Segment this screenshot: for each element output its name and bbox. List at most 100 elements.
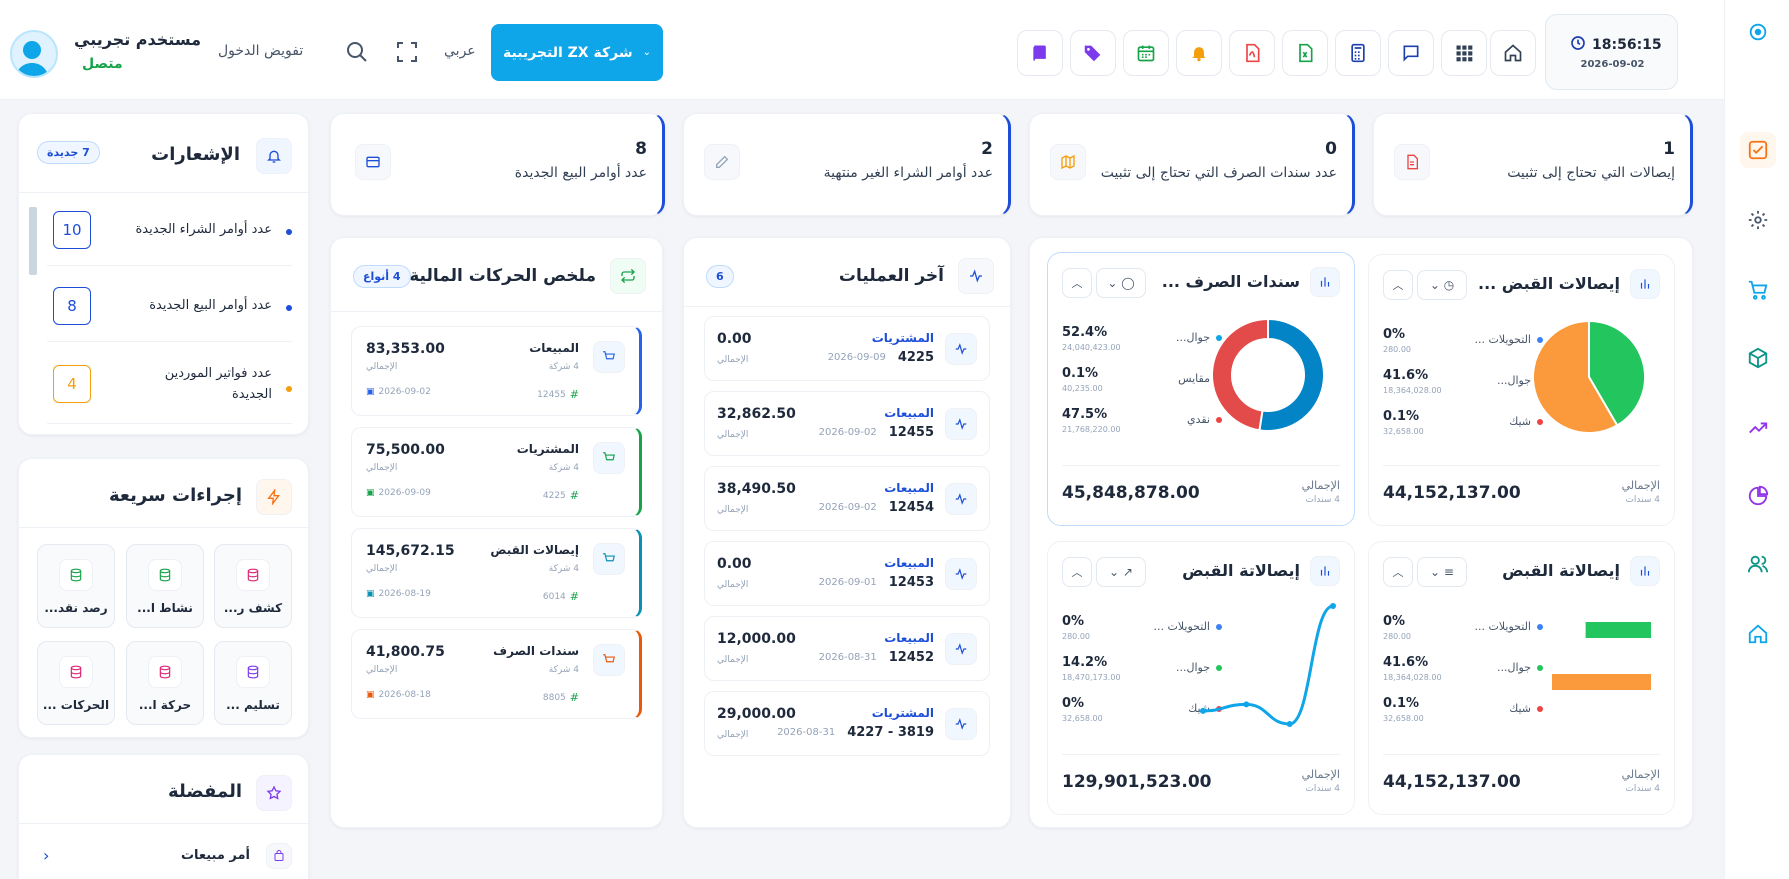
pie-slice[interactable]: [1211, 317, 1269, 432]
operation-row[interactable]: المبيعات 2026-09-02 12454 38,490.50 الإج…: [704, 466, 990, 531]
user-avatar[interactable]: [10, 30, 58, 78]
collapse-button[interactable]: ︿: [1062, 268, 1092, 298]
pie-chart-icon[interactable]: [1740, 478, 1776, 514]
operation-row[interactable]: المبيعات 2026-09-02 12455 32,862.50 الإج…: [704, 391, 990, 456]
file-icon: [1394, 144, 1430, 180]
line-point[interactable]: [1243, 701, 1250, 708]
quick-action[interactable]: نشاط ا...: [126, 544, 204, 628]
chart-type-dropdown[interactable]: ◯ ⌄: [1096, 268, 1146, 298]
chevron-left-icon[interactable]: ‹: [43, 846, 49, 865]
box-icon[interactable]: [1740, 340, 1776, 376]
stat-card-purchase-orders[interactable]: 2 عدد أوامر الشراء الغير منتهية: [683, 113, 1011, 216]
line-point[interactable]: [1286, 721, 1293, 727]
financial-row[interactable]: المبيعات 4 شركة #12455 83,353.00 الإجمال…: [351, 326, 642, 416]
quick-action[interactable]: الحركات ...: [37, 641, 115, 725]
quick-action[interactable]: كشف ر...: [214, 544, 292, 628]
financial-row[interactable]: سندات الصرف 4 شركة #8805 41,800.75 الإجم…: [351, 629, 642, 719]
quick-action-label: الحركات ...: [42, 698, 110, 712]
activity-icon: [945, 558, 977, 590]
widget-title: سندات الصرف ...: [1161, 272, 1300, 291]
calculator-icon[interactable]: [1335, 30, 1381, 76]
widget-title: إيصالاتة القبض: [1182, 561, 1300, 580]
financial-row[interactable]: المشتريات 4 شركة #4225 75,500.00 الإجمال…: [351, 427, 642, 517]
bar-chart-icon: [1310, 267, 1340, 297]
language-selector[interactable]: عربي: [444, 43, 476, 59]
operation-row[interactable]: المبيعات 2026-09-01 12453 0.00 الإجمالي: [704, 541, 990, 606]
row-ref: 8805: [542, 692, 566, 703]
collapse-button[interactable]: ︿: [1062, 557, 1092, 587]
op-total-label: الإجمالي: [717, 655, 749, 665]
op-total-label: الإجمالي: [717, 430, 749, 440]
calendar-icon: ▣: [366, 589, 375, 599]
notification-count: 8: [53, 287, 91, 325]
stat-card-vouchers-pending[interactable]: 0 عدد سندات الصرف التي تحتاج إلى تثبيت: [1029, 113, 1355, 216]
stat-card-receipts-pending[interactable]: 1 إيصالات التي تحتاج إلى تثبيت: [1373, 113, 1693, 216]
list-item[interactable]: عدد أوامر البيع الجديدة 8: [47, 282, 292, 342]
chat-icon[interactable]: [1388, 30, 1434, 76]
list-item[interactable]: عدد فواتير الموردين الجديدة 4: [47, 358, 292, 424]
bell-icon[interactable]: [1176, 30, 1222, 76]
types-badge: 4 أنواع: [353, 265, 411, 288]
search-icon[interactable]: [345, 40, 369, 68]
bar[interactable]: [1585, 622, 1651, 638]
line-point[interactable]: [1330, 603, 1336, 609]
book-icon[interactable]: [1017, 30, 1063, 76]
calendar-icon[interactable]: [1123, 30, 1169, 76]
operation-row[interactable]: المشتريات 2026-08-31 4227 - 3819 29,000.…: [704, 691, 990, 756]
pdf-icon[interactable]: [1229, 30, 1275, 76]
fullscreen-icon[interactable]: [395, 40, 419, 68]
bar[interactable]: [1552, 674, 1651, 690]
notification-count: 10: [53, 211, 91, 249]
collapse-button[interactable]: ︿: [1383, 557, 1413, 587]
tags-icon[interactable]: [1070, 30, 1116, 76]
op-date: 2026-09-01: [818, 577, 877, 588]
tasks-icon[interactable]: [1740, 132, 1776, 168]
count-badge: 6: [706, 265, 734, 288]
scrollbar[interactable]: [29, 207, 37, 275]
legend-amount: 21,768,220.00: [1062, 425, 1121, 434]
chevron-up-icon: ︿: [1392, 279, 1404, 292]
trend-icon[interactable]: [1740, 410, 1776, 446]
op-ref: 4227 - 3819: [847, 725, 934, 740]
company-selector[interactable]: ⌄ شركة ZX التجريبية: [491, 24, 663, 81]
legend-amount: 32,658.00: [1383, 427, 1424, 436]
type-icon: [593, 341, 625, 373]
home-icon[interactable]: [1490, 30, 1536, 76]
bell-icon[interactable]: [256, 138, 292, 174]
collapse-button[interactable]: ︿: [1383, 270, 1413, 300]
chart-type-dropdown[interactable]: ≡ ⌄: [1417, 557, 1467, 587]
excel-icon[interactable]: [1282, 30, 1328, 76]
pie-slice[interactable]: [1258, 317, 1325, 432]
legend-amount: 280.00: [1383, 345, 1411, 354]
legend-pct: 0.1%: [1383, 409, 1420, 424]
operation-row[interactable]: المشتريات 2026-09-09 4225 0.00 الإجمالي: [704, 316, 990, 381]
delegate-login-link[interactable]: تفويض الدخول: [218, 43, 303, 59]
row-amount: 75,500.00: [366, 442, 445, 458]
quick-action[interactable]: تسليم ...: [214, 641, 292, 725]
action-icon: [236, 656, 270, 688]
chart-type-dropdown[interactable]: ↗ ⌄: [1096, 557, 1146, 587]
target-icon[interactable]: [1740, 14, 1776, 50]
cart-icon[interactable]: [1740, 272, 1776, 308]
chart-type-dropdown[interactable]: ◷ ⌄: [1417, 270, 1467, 300]
operation-row[interactable]: المبيعات 2026-08-31 12452 12,000.00 الإج…: [704, 616, 990, 681]
gear-icon[interactable]: [1740, 202, 1776, 238]
calendar-icon: ▣: [366, 690, 375, 700]
financial-row[interactable]: إيصالات القبض 4 شركة #6014 145,672.15 ال…: [351, 528, 642, 618]
legend-amount: 18,364,028.00: [1383, 673, 1442, 682]
favorite-item[interactable]: أمر مبيعات ‹: [35, 843, 292, 871]
op-date: 2026-08-31: [818, 652, 877, 663]
home-nav-icon[interactable]: [1740, 616, 1776, 652]
line-point[interactable]: [1200, 707, 1206, 714]
list-item[interactable]: عدد أوامر الشراء الجديدة 10: [47, 206, 292, 266]
quick-action[interactable]: رصد نقد...: [37, 544, 115, 628]
widget-total-sub: 4 سندات: [1625, 495, 1660, 505]
clock-widget: 18:56:15 2026-09-02: [1545, 14, 1678, 90]
quick-action[interactable]: حركة ا...: [126, 641, 204, 725]
favorite-label: أمر مبيعات: [180, 848, 250, 863]
grid-icon[interactable]: [1441, 30, 1487, 76]
row-type: المشتريات: [516, 442, 579, 456]
stat-card-sales-orders[interactable]: 8 عدد أوامر البيع الجديدة: [330, 113, 665, 216]
users-icon[interactable]: [1740, 546, 1776, 582]
legend-pct: 41.6%: [1383, 655, 1429, 670]
